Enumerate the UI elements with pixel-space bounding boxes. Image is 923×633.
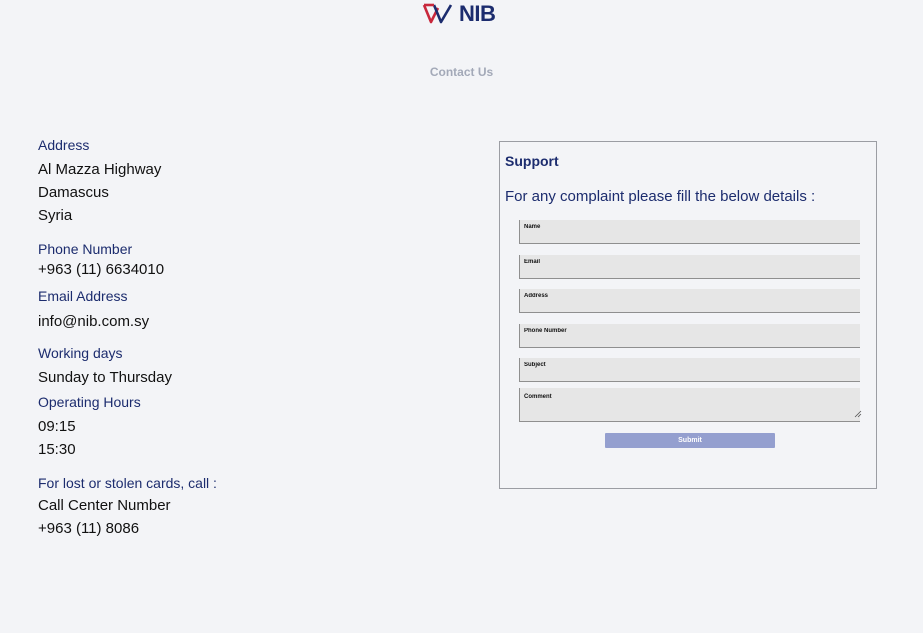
nib-logo[interactable]: NIB bbox=[421, 0, 496, 28]
address-line-3: Syria bbox=[38, 207, 73, 224]
address-block: Al Mazza Highway Damascus Syria bbox=[38, 158, 161, 227]
address-label: Address bbox=[38, 137, 90, 153]
operating-hours-label: Operating Hours bbox=[38, 394, 141, 410]
submit-button[interactable]: Submit bbox=[605, 433, 775, 448]
contact-page: NIB Contact Us Address Al Mazza Highway … bbox=[0, 0, 923, 633]
brand-name: NIB bbox=[459, 1, 496, 26]
support-title: Support bbox=[505, 153, 559, 169]
closing-time: 15:30 bbox=[38, 441, 76, 458]
subject-input[interactable] bbox=[519, 358, 860, 382]
working-days-label: Working days bbox=[38, 345, 123, 361]
support-subtitle: For any complaint please fill the below … bbox=[505, 188, 816, 205]
lost-cards-label: For lost or stolen cards, call : bbox=[38, 475, 217, 491]
address-line-2: Damascus bbox=[38, 184, 109, 201]
page-title: Contact Us bbox=[429, 65, 494, 79]
comment-textarea[interactable] bbox=[519, 388, 860, 422]
resize-grip-icon[interactable] bbox=[854, 410, 862, 418]
address-input[interactable] bbox=[519, 289, 860, 313]
call-center-number: +963 (11) 8086 bbox=[38, 520, 140, 537]
email-value[interactable]: info@nib.com.sy bbox=[38, 310, 149, 333]
name-input[interactable] bbox=[519, 220, 860, 244]
email-label: Email Address bbox=[38, 288, 128, 304]
working-days-value: Sunday to Thursday bbox=[38, 369, 172, 386]
phone-input[interactable] bbox=[519, 324, 860, 348]
address-line-1: Al Mazza Highway bbox=[38, 161, 162, 178]
phone-label: Phone Number bbox=[38, 241, 133, 257]
operating-hours-block: 09:15 15:30 bbox=[38, 415, 76, 461]
support-form: Support For any complaint please fill th… bbox=[499, 141, 877, 489]
nib-logo-icon bbox=[422, 3, 453, 24]
call-center-block: Call Center Number +963 (11) 8086 bbox=[38, 494, 171, 540]
opening-time: 09:15 bbox=[38, 418, 76, 435]
phone-value: +963 (11) 6634010 bbox=[38, 261, 165, 278]
call-center-label: Call Center Number bbox=[38, 497, 171, 514]
email-input[interactable] bbox=[519, 255, 860, 279]
